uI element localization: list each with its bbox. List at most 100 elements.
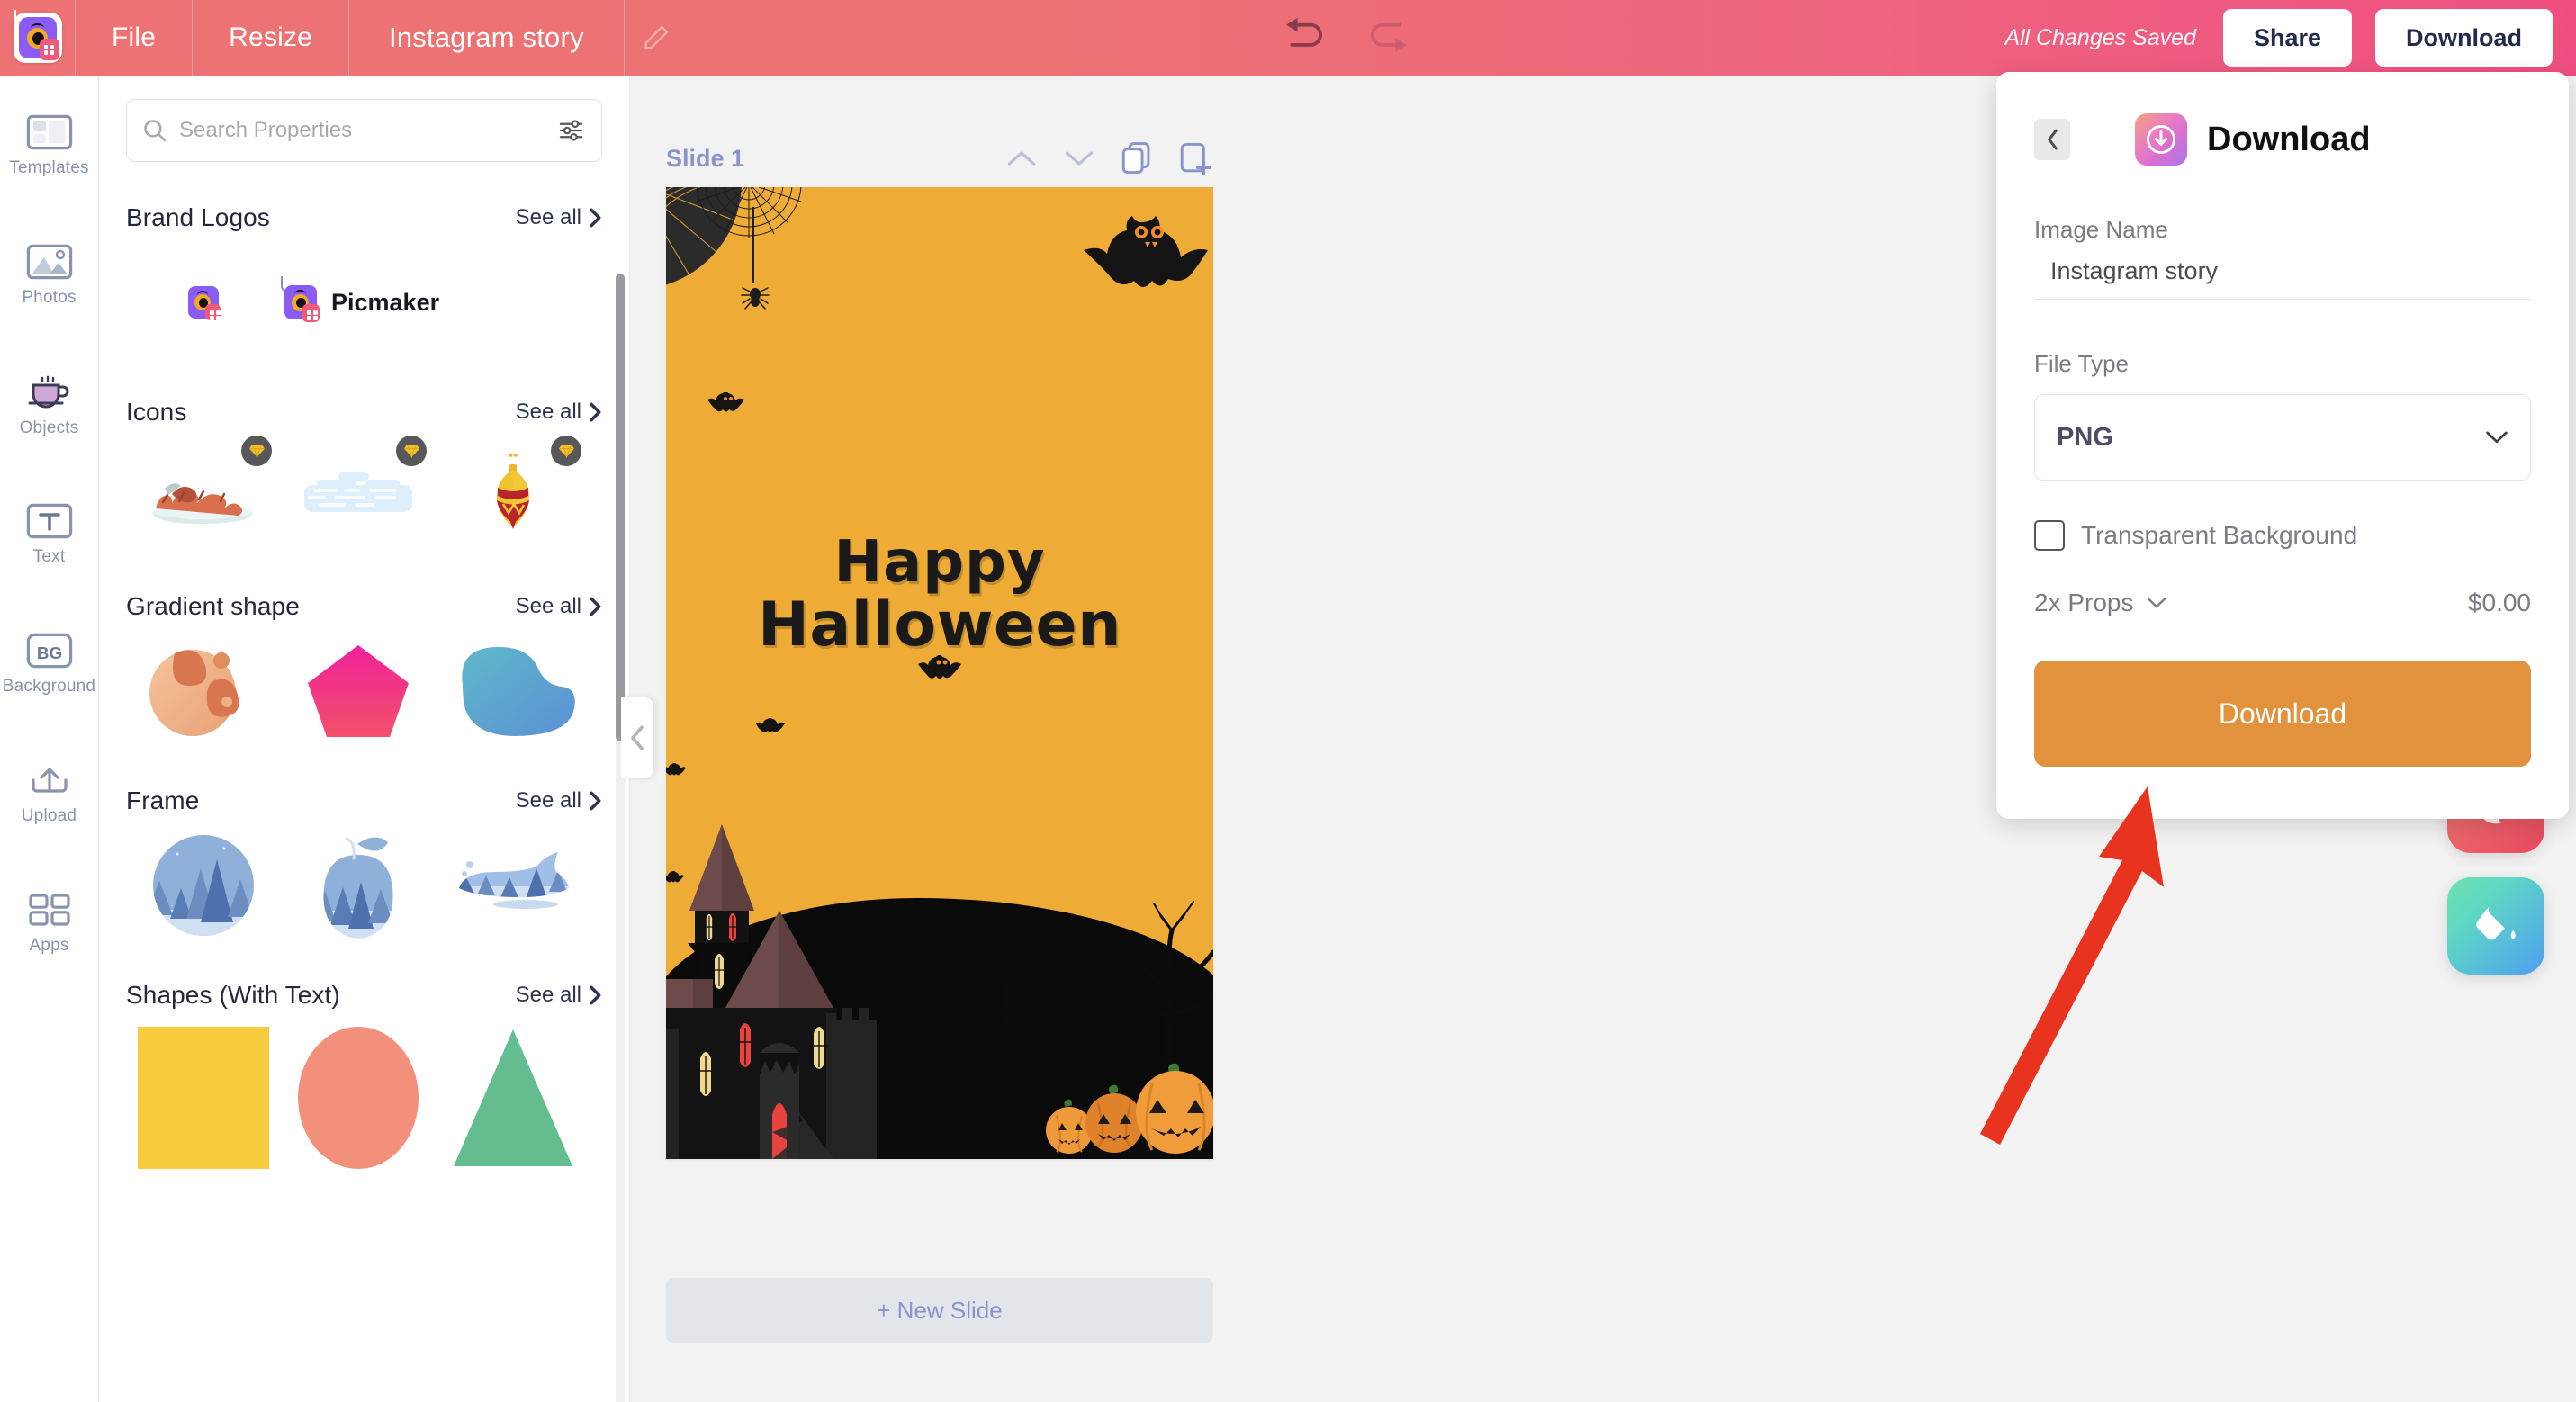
paint-bucket-icon [2476, 906, 2516, 940]
menu-file[interactable]: File [76, 0, 194, 76]
duplicate-slide-button[interactable] [1118, 139, 1156, 177]
sidebar-item-objects[interactable]: Objects [0, 356, 99, 454]
canvas-heading-line1: Happy [833, 529, 1046, 596]
shapes-with-text-thumbs [126, 1026, 602, 1170]
haunted-castle-icon [666, 824, 877, 1159]
download-confirm-label: Download [2218, 697, 2347, 730]
picmaker-wordmark-label: Picmaker [331, 288, 440, 316]
picmaker-logo-icon-small [185, 283, 222, 322]
transparent-background-label: Transparent Background [2081, 521, 2358, 549]
slide-canvas[interactable]: Happy Halloween [666, 187, 1213, 1159]
see-all-gradient-shape[interactable]: See all [516, 594, 602, 619]
picmaker-logo-icon [13, 10, 62, 63]
see-all-brand-logos[interactable]: See all [516, 205, 602, 230]
apple-forest-frame[interactable] [281, 831, 436, 939]
background-fill-fab[interactable] [2447, 877, 2544, 975]
slide-header: Slide 1 [666, 135, 1213, 182]
whale-forest-frame[interactable] [436, 831, 590, 939]
props-price: $0.00 [2467, 589, 2531, 616]
grilled-sausage-platter-icon[interactable] [126, 436, 281, 551]
sidebar-item-background[interactable]: BG Background [0, 616, 99, 713]
copy-icon [1121, 142, 1150, 175]
transparent-background-checkbox-row[interactable]: Transparent Background [2034, 520, 2531, 551]
section-gradient-shape-head: Gradient shape See all [126, 592, 602, 621]
section-frame-head: Frame See all [126, 786, 602, 815]
document-title[interactable]: Instagram story [349, 0, 625, 76]
yellow-square-shape[interactable] [126, 1026, 281, 1170]
coral-ellipse-shape[interactable] [281, 1026, 436, 1170]
move-slide-down-button[interactable] [1060, 139, 1098, 177]
small-bat-icon-1 [707, 392, 744, 412]
text-icon [26, 503, 72, 538]
sidebar-item-photos[interactable]: Photos [0, 227, 99, 324]
section-gradient-shape-title: Gradient shape [126, 592, 300, 620]
panel-scrollbar-thumb[interactable] [616, 274, 625, 741]
download-back-button[interactable] [2034, 119, 2070, 160]
redo-arrow-icon [1370, 22, 1407, 52]
section-brand-logos: Brand Logos See all Picmaker [99, 203, 629, 356]
yellow-square-glyph [138, 1027, 269, 1169]
document-title-label: Instagram story [389, 22, 584, 53]
small-bat-icon-3 [756, 718, 785, 732]
cloud-icon[interactable] [281, 436, 436, 551]
diamond-icon [558, 444, 574, 458]
blue-bean-shape[interactable] [436, 637, 590, 745]
spider-web-icon-2 [696, 187, 802, 238]
sidebar-item-upload[interactable]: Upload [0, 745, 99, 842]
pencil-icon [644, 25, 669, 49]
icons-thumbs [126, 436, 602, 551]
section-shapes-with-text-head: Shapes (With Text) See all [126, 981, 602, 1010]
picmaker-logo-thumb[interactable] [126, 248, 281, 356]
picmaker-wordmark-thumb[interactable]: Picmaker [281, 248, 506, 356]
green-triangle-shape[interactable] [436, 1026, 590, 1170]
spider-thread [752, 207, 754, 283]
file-type-value: PNG [2057, 422, 2113, 452]
slide-tools [1003, 139, 1213, 177]
left-rail: Templates Photos Objects Text BG Backgro… [0, 76, 99, 1402]
image-name-input[interactable] [2034, 244, 2531, 300]
download-circle-icon [2135, 113, 2187, 166]
pink-pentagon-shape[interactable] [281, 637, 436, 745]
see-all-frame[interactable]: See all [516, 788, 602, 813]
christmas-ornament-icon[interactable] [436, 436, 590, 551]
share-button[interactable]: Share [2222, 9, 2353, 67]
new-slide-button[interactable]: + New Slide [666, 1278, 1213, 1343]
download-button[interactable]: Download [2375, 9, 2553, 67]
section-shapes-with-text-title: Shapes (With Text) [126, 981, 340, 1009]
transparent-background-checkbox[interactable] [2034, 520, 2065, 551]
circle-forest-frame[interactable] [126, 831, 281, 939]
share-button-label: Share [2253, 23, 2322, 51]
menu-resize[interactable]: Resize [193, 0, 350, 76]
rename-document-button[interactable] [625, 0, 688, 76]
canvas-heading[interactable]: Happy Halloween [666, 529, 1213, 656]
objects-cup-icon [28, 375, 68, 408]
app-logo-button[interactable] [0, 0, 76, 76]
see-all-gradient-shape-label: See all [515, 594, 581, 618]
properties-panel: Brand Logos See all [99, 76, 630, 1402]
sidebar-item-text[interactable]: Text [0, 486, 99, 583]
peach-blob-shape[interactable] [126, 637, 281, 745]
filter-sliders-icon[interactable] [558, 117, 587, 144]
see-all-shapes-with-text[interactable]: See all [516, 983, 602, 1008]
see-all-frame-label: See all [515, 788, 581, 813]
search-input[interactable] [179, 118, 547, 143]
section-brand-logos-head: Brand Logos See all [126, 203, 602, 232]
redo-button[interactable] [1347, 0, 1433, 76]
sidebar-item-templates[interactable]: Templates [0, 97, 99, 194]
see-all-icons[interactable]: See all [516, 400, 602, 425]
move-slide-up-button[interactable] [1003, 139, 1040, 177]
add-slide-button[interactable] [1175, 139, 1213, 177]
download-confirm-button[interactable]: Download [2034, 661, 2531, 767]
sidebar-item-apps[interactable]: Apps [0, 875, 99, 972]
hanging-spider-icon [741, 287, 770, 310]
file-type-select[interactable]: PNG [2034, 394, 2531, 481]
chevron-left-icon [2047, 129, 2058, 150]
props-dropdown[interactable]: 2x Props [2034, 589, 2166, 617]
premium-badge [241, 436, 272, 466]
section-frame-title: Frame [126, 786, 200, 814]
undo-button[interactable] [1260, 0, 1347, 76]
search-box[interactable] [126, 99, 602, 162]
collapse-panel-button[interactable] [621, 697, 653, 778]
slide-label: Slide 1 [666, 144, 745, 172]
apple-forest-glyph [323, 837, 393, 939]
